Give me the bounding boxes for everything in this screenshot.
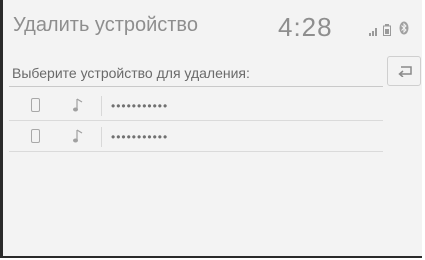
screen: Удалить устройство 4:28 Выберите устройс… [0,0,422,258]
back-button[interactable] [387,56,421,86]
music-icon [72,128,84,144]
divider [101,127,102,147]
signal-icon [369,23,379,41]
battery-icon [383,23,391,41]
phone-icon [31,129,40,143]
page-title: Удалить устройство [13,14,198,36]
music-icon [72,97,84,113]
phone-icon [31,98,40,112]
clock: 4:28 [278,12,333,42]
list-item[interactable]: ••••••••••• [9,92,383,121]
divider [101,96,102,116]
device-name: ••••••••••• [111,130,169,144]
bluetooth-icon [399,21,409,38]
device-list: ••••••••••• ••••••••••• [9,92,383,154]
device-name: ••••••••••• [111,99,169,113]
prompt-text: Выберите устройство для удаления: [12,65,250,81]
back-arrow-icon [398,66,412,77]
select-device-prompt: Выберите устройство для удаления: [9,62,383,87]
list-item[interactable]: ••••••••••• [9,123,383,152]
